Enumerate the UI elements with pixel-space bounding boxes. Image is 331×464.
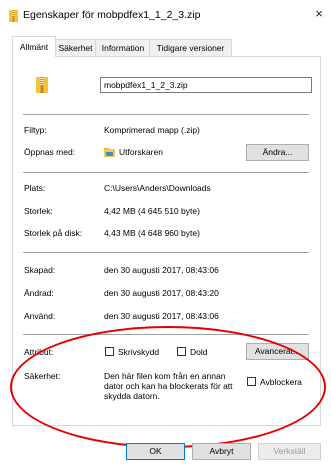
readonly-label[interactable]: Skrivskydd — [118, 347, 159, 357]
tab-information[interactable]: Information — [95, 39, 151, 56]
attributes-label: Attribut: — [24, 347, 54, 357]
unblock-checkbox[interactable] — [247, 377, 256, 386]
size-on-disk-label: Storlek på disk: — [24, 228, 83, 238]
created-label: Skapad: — [24, 265, 56, 275]
apply-button[interactable]: Verkställ — [258, 443, 321, 460]
tab-security[interactable]: Säkerhet — [54, 39, 97, 56]
unblock-label[interactable]: Avblockera — [260, 377, 302, 387]
cancel-button[interactable]: Avbryt — [192, 443, 251, 460]
explorer-folder-icon — [104, 148, 115, 157]
security-message: Den här filen kom från en annan dator oc… — [104, 371, 233, 401]
change-button[interactable]: Ändra... — [246, 144, 309, 161]
opens-with-label: Öppnas med: — [24, 147, 76, 157]
divider — [23, 334, 309, 335]
size-on-disk-value: 4,43 MB (4 648 960 byte) — [104, 228, 200, 238]
hidden-label[interactable]: Dold — [190, 347, 207, 357]
close-icon: × — [315, 6, 323, 21]
size-value: 4,42 MB (4 645 510 byte) — [104, 206, 200, 216]
hidden-checkbox[interactable] — [177, 347, 186, 356]
tab-general[interactable]: Allmänt — [12, 36, 56, 57]
opens-with-value: Utforskaren — [119, 147, 163, 157]
file-type-value: Komprimerad mapp (.zip) — [104, 125, 200, 135]
advanced-button[interactable]: Avancerat... — [246, 343, 309, 360]
location-label: Plats: — [24, 183, 46, 193]
accessed-value: den 30 augusti 2017, 08:43:06 — [104, 311, 219, 321]
created-value: den 30 augusti 2017, 08:43:06 — [104, 265, 219, 275]
accessed-label: Använd: — [24, 311, 56, 321]
readonly-checkbox[interactable] — [105, 347, 114, 356]
divider — [23, 252, 309, 253]
title-bar: Egenskaper för mobpdfex1_1_2_3.zip × — [0, 0, 331, 30]
tab-previous-versions[interactable]: Tidigare versioner — [149, 39, 232, 56]
file-name-input[interactable]: mobpdfex1_1_2_3.zip — [100, 77, 312, 93]
modified-value: den 30 augusti 2017, 08:43:20 — [104, 288, 219, 298]
divider — [23, 172, 309, 173]
close-button[interactable]: × — [307, 0, 331, 30]
location-value: C:\Users\Anders\Downloads — [104, 183, 211, 193]
divider — [23, 114, 309, 115]
ok-button[interactable]: OK — [126, 443, 185, 460]
file-type-label: Filtyp: — [24, 125, 47, 135]
window-title: Egenskaper för mobpdfex1_1_2_3.zip — [23, 9, 201, 21]
modified-label: Ändrad: — [24, 288, 54, 298]
zip-folder-icon — [36, 77, 48, 93]
zip-file-icon — [9, 10, 18, 22]
security-label: Säkerhet: — [24, 371, 61, 381]
size-label: Storlek: — [24, 206, 53, 216]
